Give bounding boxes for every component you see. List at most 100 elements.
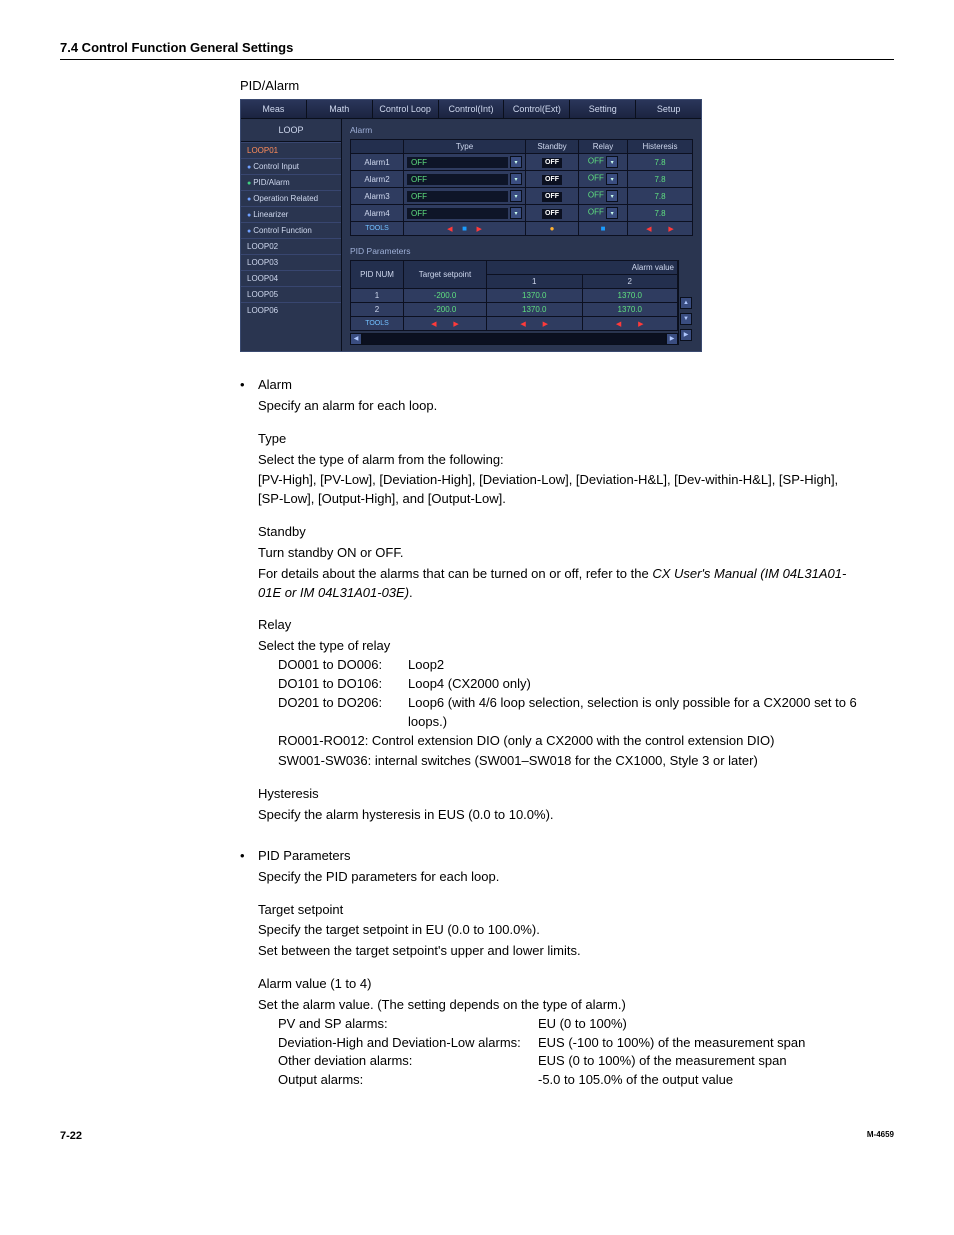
alarm-relay-cell[interactable]: OFF ▾ [579,188,628,205]
loop-sidebar: LOOP LOOP01Control InputPID/AlarmOperati… [241,119,342,351]
standby-heading: Standby [258,523,864,542]
pid-tools-2[interactable] [582,317,678,331]
relay-line1: Select the type of relay [258,637,864,656]
relay-definition: DO101 to DO106:Loop4 (CX2000 only) [278,675,864,694]
pid-tools-label: TOOLS [351,317,404,331]
alarm-type-cell[interactable]: OFF▾ [404,154,526,171]
alarm-standby-cell[interactable]: OFF [526,154,579,171]
pid-tools-1[interactable] [487,317,583,331]
scroll-end-icon[interactable]: ▶ [680,329,692,341]
alarm-hyst-cell[interactable]: 7.8 [628,171,693,188]
sidebar-item[interactable]: LOOP06 [241,302,341,318]
alarm-tools-relay[interactable]: ■ [579,222,628,236]
alarm-value-definition: Deviation-High and Deviation-Low alarms:… [278,1034,864,1053]
standby-line1: Turn standby ON or OFF. [258,544,864,563]
chevron-down-icon[interactable]: ▾ [606,190,618,202]
sidebar-item[interactable]: Control Function [241,222,341,238]
scroll-up-icon[interactable]: ▲ [680,297,692,309]
alarm-standby-cell[interactable]: OFF [526,188,579,205]
relay-heading: Relay [258,616,864,635]
tab-control-ext[interactable]: Control(Ext) [504,100,570,118]
relay-sw: SW001-SW036: internal switches (SW001–SW… [278,752,864,771]
alarm-value-definition: Other deviation alarms:EUS (0 to 100%) o… [278,1052,864,1071]
v-scrollbar[interactable]: ▲ ▼ ▶ [678,260,693,345]
pid-v2[interactable]: 1370.0 [582,303,678,317]
alarm-relay-cell[interactable]: OFF ▾ [579,154,628,171]
alarm-value-line1: Set the alarm value. (The setting depend… [258,996,864,1015]
alarm-type-cell[interactable]: OFF▾ [404,171,526,188]
relay-definition: RO001-RO012: Control extension DIO (only… [278,732,864,751]
h-scrollbar[interactable]: ◀▶ [350,333,678,345]
standby-line2: For details about the alarms that can be… [258,565,864,603]
chevron-down-icon[interactable]: ▾ [510,173,522,185]
alarm-relay-cell[interactable]: OFF ▾ [579,205,628,222]
alarm-tools-label: TOOLS [351,222,404,236]
pid-tsp[interactable]: -200.0 [404,303,487,317]
pid-th-1: 1 [487,275,583,289]
alarm-value-definition: Output alarms:-5.0 to 105.0% of the outp… [278,1071,864,1090]
type-line2: [PV-High], [PV-Low], [Deviation-High], [… [258,471,864,509]
chevron-down-icon[interactable]: ▾ [510,190,522,202]
tab-control-loop[interactable]: Control Loop [373,100,439,118]
settings-screenshot: Meas Math Control Loop Control(Int) Cont… [240,99,702,352]
sidebar-item[interactable]: LOOP05 [241,286,341,302]
tab-setup[interactable]: Setup [636,100,701,118]
alarm-name: Alarm1 [351,154,404,171]
chevron-down-icon[interactable]: ▾ [510,207,522,219]
alarm-value-heading: Alarm value (1 to 4) [258,975,864,994]
alarm-type-cell[interactable]: OFF▾ [404,205,526,222]
chevron-down-icon[interactable]: ▾ [510,156,522,168]
chevron-down-icon[interactable]: ▾ [606,207,618,219]
sidebar-header: LOOP [241,119,341,142]
alarm-hyst-cell[interactable]: 7.8 [628,154,693,171]
pid-row: 2-200.01370.01370.0 [351,303,678,317]
relay-definition: DO201 to DO206:Loop6 (with 4/6 loop sele… [278,694,864,732]
pid-v2[interactable]: 1370.0 [582,289,678,303]
pid-tools-tsp[interactable] [404,317,487,331]
alarm-tools-hyst[interactable] [628,222,693,236]
alarm-relay-cell[interactable]: OFF ▾ [579,171,628,188]
alarm-value-definition: PV and SP alarms:EU (0 to 100%) [278,1015,864,1034]
alarm-th-blank [351,140,404,154]
pid-alarm-title: PID/Alarm [240,78,894,93]
type-line1: Select the type of alarm from the follow… [258,451,864,470]
bullet-icon: • [240,847,258,866]
sidebar-item[interactable]: LOOP02 [241,238,341,254]
tsp-heading: Target setpoint [258,901,864,920]
alarm-row: Alarm4OFF▾OFFOFF ▾7.8 [351,205,693,222]
chevron-down-icon[interactable]: ▾ [606,156,618,168]
alarm-tools-standby[interactable]: ● [526,222,579,236]
sidebar-item[interactable]: PID/Alarm [241,174,341,190]
alarm-name: Alarm3 [351,188,404,205]
pid-group-label: PID Parameters [350,246,693,256]
alarm-standby-cell[interactable]: OFF [526,171,579,188]
tab-control-int[interactable]: Control(Int) [439,100,505,118]
alarm-row: Alarm2OFF▾OFFOFF ▾7.8 [351,171,693,188]
tab-setting[interactable]: Setting [570,100,636,118]
alarm-group-label: Alarm [350,125,693,135]
pid-v1[interactable]: 1370.0 [487,289,583,303]
pid-v1[interactable]: 1370.0 [487,303,583,317]
sidebar-item[interactable]: LOOP01 [241,142,341,158]
bullet-icon: • [240,376,258,395]
chevron-down-icon[interactable]: ▾ [606,173,618,185]
sidebar-item[interactable]: Operation Related [241,190,341,206]
pid-params-desc: Specify the PID parameters for each loop… [258,868,864,887]
relay-definition: DO001 to DO006:Loop2 [278,656,864,675]
alarm-standby-cell[interactable]: OFF [526,205,579,222]
tab-meas[interactable]: Meas [241,100,307,118]
sidebar-item[interactable]: Control Input [241,158,341,174]
body-text: • Alarm Specify an alarm for each loop. … [240,376,864,1090]
alarm-type-cell[interactable]: OFF▾ [404,188,526,205]
hyst-line1: Specify the alarm hysteresis in EUS (0.0… [258,806,864,825]
tab-math[interactable]: Math [307,100,373,118]
alarm-hyst-cell[interactable]: 7.8 [628,188,693,205]
alarm-tools-type[interactable]: ■ [404,222,526,236]
scroll-down-icon[interactable]: ▼ [680,313,692,325]
sidebar-item[interactable]: Linearizer [241,206,341,222]
sidebar-item[interactable]: LOOP03 [241,254,341,270]
section-header: 7.4 Control Function General Settings [60,40,894,60]
sidebar-item[interactable]: LOOP04 [241,270,341,286]
pid-tsp[interactable]: -200.0 [404,289,487,303]
alarm-hyst-cell[interactable]: 7.8 [628,205,693,222]
